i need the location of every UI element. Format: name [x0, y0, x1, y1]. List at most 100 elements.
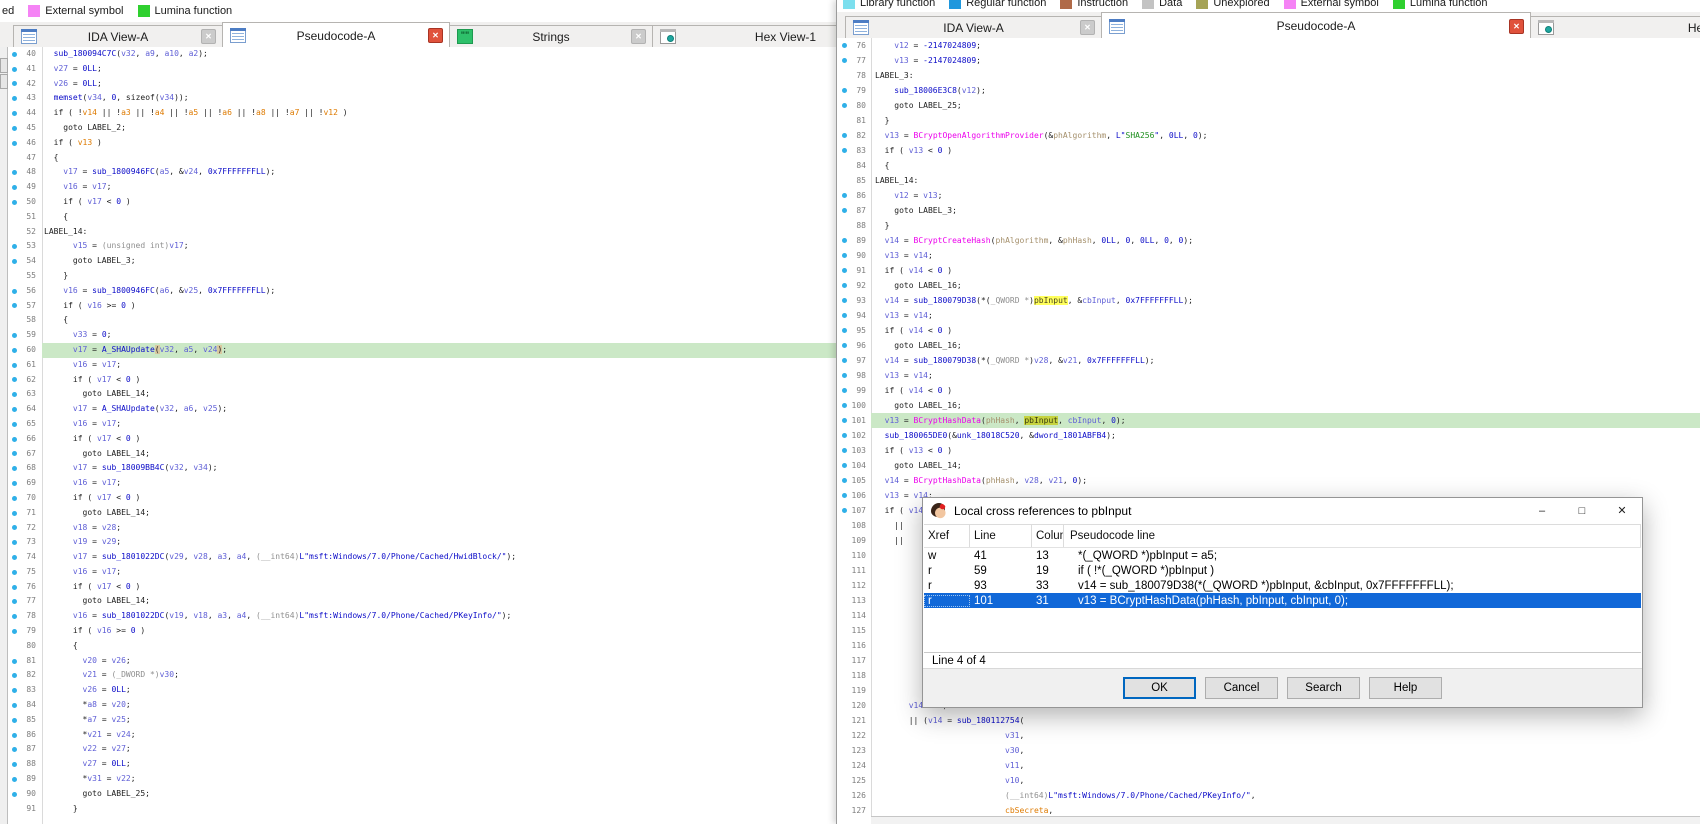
code-line-40[interactable]: 40 sub_180094C7C(v32, a9, a10, a2);	[8, 47, 836, 62]
tab-close-icon[interactable]: ✕	[1080, 20, 1095, 35]
code-line-93[interactable]: 93 v14 = sub_180079D38(*(_QWORD *)pbInpu…	[837, 293, 1700, 308]
column-header-column[interactable]: Colum	[1032, 525, 1064, 547]
code-line-125[interactable]: 125 v10,	[837, 773, 1700, 788]
splitter-handle[interactable]	[0, 47, 8, 824]
code-line-82[interactable]: 82 v21 = (_DWORD *)v30;	[8, 668, 836, 683]
code-line-41[interactable]: 41 v27 = 0LL;	[8, 62, 836, 77]
code-line-51[interactable]: 51 {	[8, 210, 836, 225]
code-line-85[interactable]: 85LABEL_14:	[837, 173, 1700, 188]
tab-strings[interactable]: Strings✕	[449, 25, 653, 47]
code-line-76[interactable]: 76 v12 = -2147024809;	[837, 38, 1700, 53]
code-line-73[interactable]: 73 v19 = v29;	[8, 535, 836, 550]
xref-row[interactable]: r9333v14 = sub_180079D38(*(_QWORD *)pbIn…	[924, 578, 1641, 593]
code-line-84[interactable]: 84 *a8 = v20;	[8, 698, 836, 713]
code-line-77[interactable]: 77 goto LABEL_14;	[8, 594, 836, 609]
code-line-97[interactable]: 97 v14 = sub_180079D38(*(_QWORD *)v28, &…	[837, 353, 1700, 368]
tab-ida-view-a[interactable]: IDA View-A✕	[845, 16, 1102, 38]
xref-row[interactable]: w4113*(_QWORD *)pbInput = a5;	[924, 548, 1641, 563]
code-line-90[interactable]: 90 goto LABEL_25;	[8, 787, 836, 802]
code-line-101[interactable]: 101 v13 = BCryptHashData(phHash, pbInput…	[837, 413, 1700, 428]
splitter-grip[interactable]	[0, 58, 8, 73]
column-header-pseudocode-line[interactable]: Pseudocode line	[1064, 525, 1641, 547]
code-line-124[interactable]: 124 v11,	[837, 758, 1700, 773]
code-line-122[interactable]: 122 v31,	[837, 728, 1700, 743]
code-line-60[interactable]: 60 v17 = A_SHAUpdate(v32, a5, v24);	[8, 343, 836, 358]
code-line-48[interactable]: 48 v17 = sub_1800946FC(a5, &v24, 0x7FFFF…	[8, 165, 836, 180]
code-line-102[interactable]: 102 sub_180065DE0(&unk_18018C520, &dword…	[837, 428, 1700, 443]
dialog-titlebar[interactable]: Local cross references to pbInput –□✕	[923, 498, 1642, 524]
code-line-90[interactable]: 90 v13 = v14;	[837, 248, 1700, 263]
code-line-62[interactable]: 62 if ( v17 < 0 )	[8, 373, 836, 388]
code-line-64[interactable]: 64 v17 = A_SHAUpdate(v32, a6, v25);	[8, 402, 836, 417]
code-line-43[interactable]: 43 memset(v34, 0, sizeof(v34));	[8, 91, 836, 106]
code-line-75[interactable]: 75 v16 = v17;	[8, 565, 836, 580]
code-line-74[interactable]: 74 v17 = sub_1801022DC(v29, v28, a3, a4,…	[8, 550, 836, 565]
code-line-88[interactable]: 88 v27 = 0LL;	[8, 757, 836, 772]
code-line-96[interactable]: 96 goto LABEL_16;	[837, 338, 1700, 353]
code-line-70[interactable]: 70 if ( v17 < 0 )	[8, 491, 836, 506]
code-line-89[interactable]: 89 v14 = BCryptCreateHash(phAlgorithm, &…	[837, 233, 1700, 248]
code-line-89[interactable]: 89 *v31 = v22;	[8, 772, 836, 787]
code-line-95[interactable]: 95 if ( v14 < 0 )	[837, 323, 1700, 338]
code-line-71[interactable]: 71 goto LABEL_14;	[8, 506, 836, 521]
code-line-58[interactable]: 58 {	[8, 313, 836, 328]
code-line-67[interactable]: 67 goto LABEL_14;	[8, 447, 836, 462]
code-line-83[interactable]: 83 v26 = 0LL;	[8, 683, 836, 698]
code-line-82[interactable]: 82 v13 = BCryptOpenAlgorithmProvider(&ph…	[837, 128, 1700, 143]
tab-close-icon[interactable]: ✕	[428, 28, 443, 43]
code-line-69[interactable]: 69 v16 = v17;	[8, 476, 836, 491]
code-line-55[interactable]: 55 }	[8, 269, 836, 284]
xref-row[interactable]: r5919if ( !*(_QWORD *)pbInput )	[924, 563, 1641, 578]
code-line-79[interactable]: 79 if ( v16 >= 0 )	[8, 624, 836, 639]
tab-close-icon[interactable]: ✕	[201, 29, 216, 44]
code-line-66[interactable]: 66 if ( v17 < 0 )	[8, 432, 836, 447]
code-line-81[interactable]: 81 v20 = v26;	[8, 654, 836, 669]
code-line-88[interactable]: 88 }	[837, 218, 1700, 233]
code-line-76[interactable]: 76 if ( v17 < 0 )	[8, 580, 836, 595]
tab-ida-view-a[interactable]: IDA View-A✕	[13, 25, 223, 47]
splitter-grip[interactable]	[0, 74, 8, 89]
code-line-123[interactable]: 123 v30,	[837, 743, 1700, 758]
tab-pseudocode-a[interactable]: Pseudocode-A✕	[1101, 12, 1531, 39]
left-pseudocode-pane[interactable]: 40 sub_180094C7C(v32, a9, a10, a2);41 v2…	[8, 47, 836, 824]
code-line-42[interactable]: 42 v26 = 0LL;	[8, 77, 836, 92]
help-button[interactable]: Help	[1369, 677, 1442, 699]
close-icon[interactable]: ✕	[1602, 500, 1642, 522]
search-button[interactable]: Search	[1287, 677, 1360, 699]
code-line-91[interactable]: 91 }	[8, 802, 836, 817]
code-line-72[interactable]: 72 v18 = v28;	[8, 521, 836, 536]
tab-close-icon[interactable]: ✕	[631, 29, 646, 44]
code-line-99[interactable]: 99 if ( v14 < 0 )	[837, 383, 1700, 398]
code-line-83[interactable]: 83 if ( v13 < 0 )	[837, 143, 1700, 158]
code-line-81[interactable]: 81 }	[837, 113, 1700, 128]
code-line-84[interactable]: 84 {	[837, 158, 1700, 173]
minimize-icon[interactable]: –	[1522, 500, 1562, 522]
code-line-46[interactable]: 46 if ( v13 )	[8, 136, 836, 151]
tab-pseudocode-a[interactable]: Pseudocode-A✕	[222, 22, 450, 48]
code-line-87[interactable]: 87 v22 = v27;	[8, 742, 836, 757]
code-line-57[interactable]: 57 if ( v16 >= 0 )	[8, 299, 836, 314]
code-line-56[interactable]: 56 v16 = sub_1800946FC(a6, &v25, 0x7FFFF…	[8, 284, 836, 299]
code-line-47[interactable]: 47 {	[8, 151, 836, 166]
code-line-54[interactable]: 54 goto LABEL_3;	[8, 254, 836, 269]
column-header-line[interactable]: Line	[970, 525, 1032, 547]
code-line-59[interactable]: 59 v33 = 0;	[8, 328, 836, 343]
code-line-86[interactable]: 86 *v21 = v24;	[8, 728, 836, 743]
code-line-61[interactable]: 61 v16 = v17;	[8, 358, 836, 373]
code-line-87[interactable]: 87 goto LABEL_3;	[837, 203, 1700, 218]
tab-close-icon[interactable]: ✕	[1509, 19, 1524, 34]
code-line-121[interactable]: 121 || (v14 = sub_180112754(	[837, 713, 1700, 728]
code-line-98[interactable]: 98 v13 = v14;	[837, 368, 1700, 383]
code-line-92[interactable]: 92 goto LABEL_16;	[837, 278, 1700, 293]
code-line-85[interactable]: 85 *a7 = v25;	[8, 713, 836, 728]
code-line-126[interactable]: 126 (__int64)L"msft:Windows/7.0/Phone/Ca…	[837, 788, 1700, 803]
code-line-105[interactable]: 105 v14 = BCryptHashData(phHash, v28, v2…	[837, 473, 1700, 488]
code-line-45[interactable]: 45 goto LABEL_2;	[8, 121, 836, 136]
code-line-63[interactable]: 63 goto LABEL_14;	[8, 387, 836, 402]
code-line-44[interactable]: 44 if ( !v14 || !a3 || !a4 || !a5 || !a6…	[8, 106, 836, 121]
code-line-65[interactable]: 65 v16 = v17;	[8, 417, 836, 432]
code-line-78[interactable]: 78LABEL_3:	[837, 68, 1700, 83]
column-header-xref[interactable]: Xref	[924, 525, 970, 547]
code-line-103[interactable]: 103 if ( v13 < 0 )	[837, 443, 1700, 458]
code-line-80[interactable]: 80 goto LABEL_25;	[837, 98, 1700, 113]
